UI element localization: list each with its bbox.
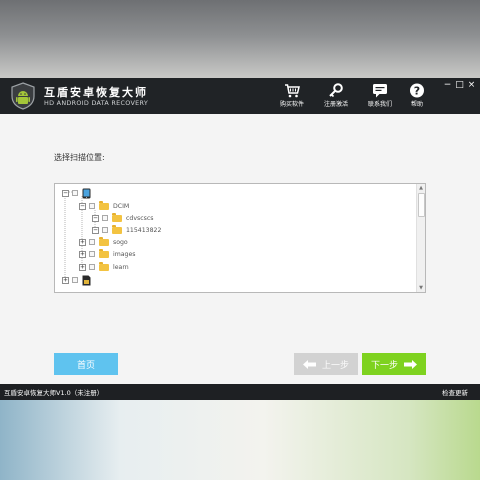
node-checkbox[interactable] (89, 251, 95, 257)
chat-icon (373, 84, 387, 98)
key-icon (329, 83, 343, 98)
tree-scrollbar[interactable]: ▲ ▼ (416, 184, 425, 292)
app-title: 互盾安卓恢复大师 (44, 86, 148, 99)
previous-step-button[interactable]: 上一步 (294, 353, 358, 375)
tree-node-dcim[interactable]: − DCIM (79, 200, 129, 212)
node-label: cdvscscs (126, 214, 154, 222)
restore-button[interactable]: □ (454, 80, 465, 90)
cart-icon (285, 84, 300, 98)
tree-node-images[interactable]: + images (79, 248, 136, 260)
collapse-toggle[interactable]: − (62, 189, 69, 197)
minimize-button[interactable]: − (442, 80, 453, 90)
node-checkbox[interactable] (72, 277, 78, 283)
folder-icon (112, 224, 122, 234)
expand-toggle[interactable]: + (62, 276, 69, 284)
next-step-button[interactable]: 下一步 (362, 353, 426, 375)
node-checkbox[interactable] (102, 215, 108, 221)
title-bar: 互盾安卓恢复大师 HD ANDROID DATA RECOVERY 购买软件 注… (0, 78, 480, 114)
node-checkbox[interactable] (89, 264, 95, 270)
app-window: 互盾安卓恢复大师 HD ANDROID DATA RECOVERY 购买软件 注… (0, 78, 480, 400)
tree-node-cdvscscs[interactable]: − cdvscscs (92, 212, 153, 224)
tree-node-115413822[interactable]: − 115413822 (92, 224, 161, 236)
android-shield-logo-icon (10, 82, 36, 110)
home-button[interactable]: 首页 (54, 353, 118, 375)
svg-text:?: ? (414, 85, 420, 98)
arrow-right-icon (404, 359, 417, 369)
expand-toggle[interactable]: + (79, 263, 86, 271)
contact-us-button[interactable]: 联系我们 (360, 81, 400, 113)
scan-location-tree[interactable]: − − DCIM − cdvscscs − 115413822 + sogo +… (54, 183, 426, 293)
tree-node-device[interactable]: − (62, 187, 91, 199)
scroll-down-arrow-icon[interactable]: ▼ (418, 285, 424, 291)
collapse-toggle[interactable]: − (92, 226, 99, 234)
arrow-left-icon (302, 359, 316, 369)
help-label: 帮助 (410, 101, 423, 108)
node-label: 115413822 (126, 226, 162, 234)
node-checkbox[interactable] (102, 227, 108, 233)
tree-node-sd-card[interactable]: + (62, 274, 91, 286)
help-icon: ? (410, 83, 424, 98)
register-activate-label: 注册激活 (323, 101, 348, 108)
help-button[interactable]: ? 帮助 (397, 81, 437, 113)
scrollbar-thumb[interactable] (418, 193, 425, 217)
app-subtitle: HD ANDROID DATA RECOVERY (44, 99, 149, 107)
folder-icon (99, 200, 109, 210)
node-checkbox[interactable] (72, 190, 78, 196)
next-step-label: 下一步 (370, 360, 398, 371)
collapse-toggle[interactable]: − (92, 214, 99, 222)
node-checkbox[interactable] (89, 203, 95, 209)
node-label: DCIM (113, 202, 130, 210)
background-blur-top (0, 0, 480, 78)
node-label: images (113, 250, 136, 258)
tree-node-learn[interactable]: + learn (79, 261, 129, 273)
node-label: sogo (113, 238, 128, 246)
scroll-up-arrow-icon[interactable]: ▲ (418, 185, 424, 191)
check-update-link[interactable]: 检查更新 (442, 387, 468, 397)
folder-icon (99, 261, 109, 271)
main-content: 选择扫描位置: − − DCIM − cdvscscs − 115413822 … (0, 114, 480, 384)
node-label: learn (113, 263, 129, 271)
scan-location-prompt: 选择扫描位置: (54, 153, 105, 162)
folder-icon (99, 248, 109, 258)
status-bar: 互盾安卓恢复大师V1.0（未注册） 检查更新 (0, 384, 480, 400)
background-blur-bottom (0, 400, 480, 480)
expand-toggle[interactable]: + (79, 250, 86, 258)
tree-node-sogo[interactable]: + sogo (79, 236, 128, 248)
folder-icon (99, 236, 109, 246)
phone-icon (82, 188, 91, 198)
collapse-toggle[interactable]: − (79, 202, 86, 210)
buy-software-label: 购买软件 (279, 101, 304, 108)
home-button-label: 首页 (76, 360, 95, 371)
expand-toggle[interactable]: + (79, 238, 86, 246)
node-checkbox[interactable] (89, 239, 95, 245)
register-activate-button[interactable]: 注册激活 (316, 81, 356, 113)
version-status: 互盾安卓恢复大师V1.0（未注册） (4, 389, 104, 397)
folder-icon (112, 212, 122, 222)
buy-software-button[interactable]: 购买软件 (272, 81, 312, 113)
close-button[interactable]: × (466, 80, 477, 90)
previous-step-label: 上一步 (321, 360, 349, 371)
sd-card-icon (82, 275, 91, 285)
contact-us-label: 联系我们 (367, 101, 392, 108)
